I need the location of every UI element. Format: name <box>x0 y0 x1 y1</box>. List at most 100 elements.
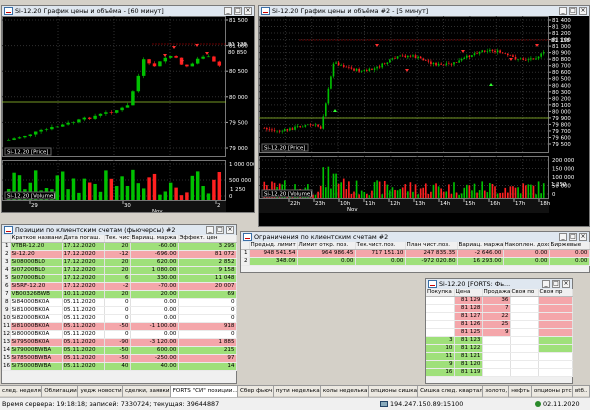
column-header[interactable]: Тек.чист.поз. <box>355 242 406 250</box>
workspace-tab[interactable]: FORTS "СИ" позиции... <box>170 386 238 397</box>
workspace-tab[interactable]: уедж новости <box>78 386 123 397</box>
column-header[interactable]: Продажа <box>482 289 511 297</box>
maximize-button[interactable]: □ <box>234 7 242 15</box>
order-book-row[interactable]: 81 126 25 <box>426 320 573 329</box>
time-axis-label: 30 <box>124 203 131 209</box>
workspace-tab[interactable]: Сишка след. квартал <box>418 386 484 397</box>
table-row[interactable]: 8 Si84000BK0A 05.11.2020 0 0.00 0 <box>2 298 237 307</box>
minimize-button[interactable]: _ <box>542 280 550 288</box>
table-row[interactable]: 16 Si75000BWBA 05.11.2020 40 40.00 14 <box>2 362 237 371</box>
workspace-tab[interactable]: опционы ртс <box>532 386 573 397</box>
effective-price: 0 <box>178 306 237 315</box>
positions-window[interactable]: Позиции по клиентским счетам (фьючерсы) … <box>1 224 237 384</box>
chart-window-60min[interactable]: Si-12.20 График цены и объёма - [60 мину… <box>1 5 255 213</box>
maximize-button[interactable]: □ <box>216 226 224 234</box>
close-button[interactable]: × <box>579 7 587 15</box>
order-book-row[interactable]: 16 81 119 <box>426 368 573 377</box>
positions-title-bar[interactable]: Позиции по клиентским счетам (фьючерсы) … <box>2 225 236 235</box>
order-book-icon <box>428 280 437 288</box>
maximize-button[interactable]: □ <box>569 7 577 15</box>
table-row[interactable]: 6 Si5RF-12.20 17.12.2020 -2 -70.00 20 007 <box>2 282 237 291</box>
workspace-tab[interactable]: сделки, заявки <box>123 386 171 397</box>
column-header[interactable]: Лимит откр. поз. <box>297 242 356 250</box>
limits-window[interactable]: Ограничения по клиентским счетам #2 _ □ × … <box>240 231 590 273</box>
column-header[interactable]: Цена <box>454 289 483 297</box>
workspace-tab[interactable]: след. неделя <box>0 386 43 397</box>
table-row[interactable]: 3 Si08000BL0 17.12.2020 20 620.00 2 852 <box>2 258 237 267</box>
column-header[interactable]: План чист.поз. <box>405 242 458 250</box>
workspace-tab[interactable]: пути неделька <box>274 386 321 397</box>
column-header[interactable]: Эффект. цен <box>178 235 237 243</box>
table-row[interactable]: 1 948 541.54 964 986.45 717 151.10 247 835.3… <box>241 249 590 258</box>
order-book-row[interactable]: 81 125 9 <box>426 328 573 337</box>
table-row[interactable]: 2 348.09 0.00 0.00 -972 020.80 16 293.00 0.00 0… <box>241 257 590 266</box>
workspace-tab[interactable]: вtб.. <box>573 386 590 397</box>
order-book-row[interactable]: 3 81 123 <box>426 336 573 345</box>
order-book-row[interactable]: 81 128 7 <box>426 304 573 313</box>
table-row[interactable]: 4 Si07200BL0 17.12.2020 20 1 080.00 9 158 <box>2 266 237 275</box>
order-book-window[interactable]: Si-12.20 [FORTS: Фь... _ □ × Покупка Цена … <box>425 278 573 384</box>
order-book-row[interactable]: 81 127 22 <box>426 312 573 321</box>
price-volume-chart[interactable]: 81 50081 00080 50080 00079 50079 0001 00… <box>2 16 254 212</box>
close-button[interactable]: × <box>226 226 234 234</box>
column-header[interactable]: Биржевые <box>549 242 590 250</box>
minimize-button[interactable]: _ <box>224 7 232 15</box>
column-header[interactable]: Дата погаш. <box>62 235 105 243</box>
column-header[interactable]: Своя пр <box>538 289 573 297</box>
close-button[interactable]: × <box>562 280 570 288</box>
column-header[interactable]: Тек. чист. <box>104 235 131 243</box>
candle-body <box>195 58 200 64</box>
maximize-button[interactable]: □ <box>569 233 577 241</box>
column-header[interactable]: Своя по <box>510 289 539 297</box>
volume-bar <box>460 193 463 198</box>
column-header[interactable]: Предыд. лимит <box>249 242 298 250</box>
table-row[interactable]: 13 Si79500BK0A 05.11.2020 -90 -3 120.00 1 885 <box>2 338 237 347</box>
variation-margin: -250.00 <box>130 354 179 363</box>
order-book-row[interactable]: 10 81 122 <box>426 344 573 353</box>
table-row[interactable]: 12 Si80000BK0A 05.11.2020 0 0.00 0 <box>2 330 237 339</box>
table-row[interactable]: 1 VTBR-12.20 17.12.2020 20 -60.00 3 295 <box>2 242 237 251</box>
table-row[interactable]: 11 Si81000BK0A 05.11.2020 -50 -1 100.00 918 <box>2 322 237 331</box>
workspace-tab[interactable]: золото, <box>483 386 510 397</box>
column-header[interactable]: Накоплен. доход <box>503 242 550 250</box>
close-button[interactable]: × <box>579 233 587 241</box>
minimize-button[interactable]: _ <box>559 7 567 15</box>
volume-bar <box>448 184 450 198</box>
order-book-row[interactable]: 81 129 36 <box>426 296 573 305</box>
workspace-tab[interactable]: нефть <box>509 386 532 397</box>
table-row[interactable]: 14 Si79000BWBA 05.11.2020 -50 600.00 215 <box>2 346 237 355</box>
workspace-tab[interactable]: опционы сишка <box>369 386 419 397</box>
limits-table[interactable]: Предыд. лимит Лимит откр. поз. Тек.чист.… <box>241 242 590 266</box>
positions-table[interactable]: Краткое название Дата погаш. Тек. чист. … <box>2 235 237 371</box>
column-header[interactable]: Краткое название <box>10 235 63 243</box>
column-header[interactable]: Вариац. маржа <box>130 235 179 243</box>
workspace-tab[interactable]: колы неделька <box>321 386 369 397</box>
limits-title-bar[interactable]: Ограничения по клиентским счетам #2 _ □ × <box>241 232 589 242</box>
maximize-button[interactable]: □ <box>552 280 560 288</box>
order-book-title-bar[interactable]: Si-12.20 [FORTS: Фь... _ □ × <box>426 279 572 289</box>
workspace-tab[interactable]: Сбер фьюч <box>238 386 274 397</box>
table-row[interactable]: 15 Si78500BWBA 05.11.2020 -50 -250.00 97 <box>2 354 237 363</box>
chart-window-5min[interactable]: Si-12.20 График цены и объёма #2 - [5 ми… <box>258 5 590 227</box>
column-header[interactable]: Покупка <box>426 289 455 297</box>
workspace-tab[interactable]: Облигации <box>42 386 79 397</box>
table-row[interactable]: 7 VB00326BWB 10.11.2020 20 20.00 69 <box>2 290 237 299</box>
volume-bar <box>66 189 70 200</box>
table-row[interactable]: 9 Si81000BK0A 05.11.2020 0 0.00 0 <box>2 306 237 315</box>
candle-body <box>314 124 317 126</box>
chart-window-title-bar[interactable]: Si-12.20 График цены и объёма #2 - [5 ми… <box>259 6 589 16</box>
order-book-row[interactable]: 9 81 120 <box>426 360 573 369</box>
close-button[interactable]: × <box>244 7 252 15</box>
minimize-button[interactable]: _ <box>559 233 567 241</box>
table-row[interactable]: 2 Si-12.20 17.12.2020 -12 -696.00 81 072 <box>2 250 237 259</box>
chart-window-title-bar[interactable]: Si-12.20 График цены и объёма - [60 мину… <box>2 6 254 16</box>
table-row[interactable]: 10 Si82000BK0A 05.11.2020 0 0.00 0 <box>2 314 237 323</box>
order-book-row[interactable]: 11 81 121 <box>426 352 573 361</box>
price-volume-chart[interactable]: 81 40081 30081 20081 10081 00080 90080 8… <box>259 16 589 226</box>
ask-volume: 36 <box>482 296 511 305</box>
column-header[interactable]: Вариац. маржа <box>457 242 504 250</box>
minimize-button[interactable]: _ <box>206 226 214 234</box>
table-row[interactable]: 5 Si07000BL0 17.12.2020 6 330.00 11 048 <box>2 274 237 283</box>
order-book-table[interactable]: Покупка Цена Продажа Своя по Своя пр 81 … <box>426 289 573 377</box>
candle-body <box>537 56 540 59</box>
